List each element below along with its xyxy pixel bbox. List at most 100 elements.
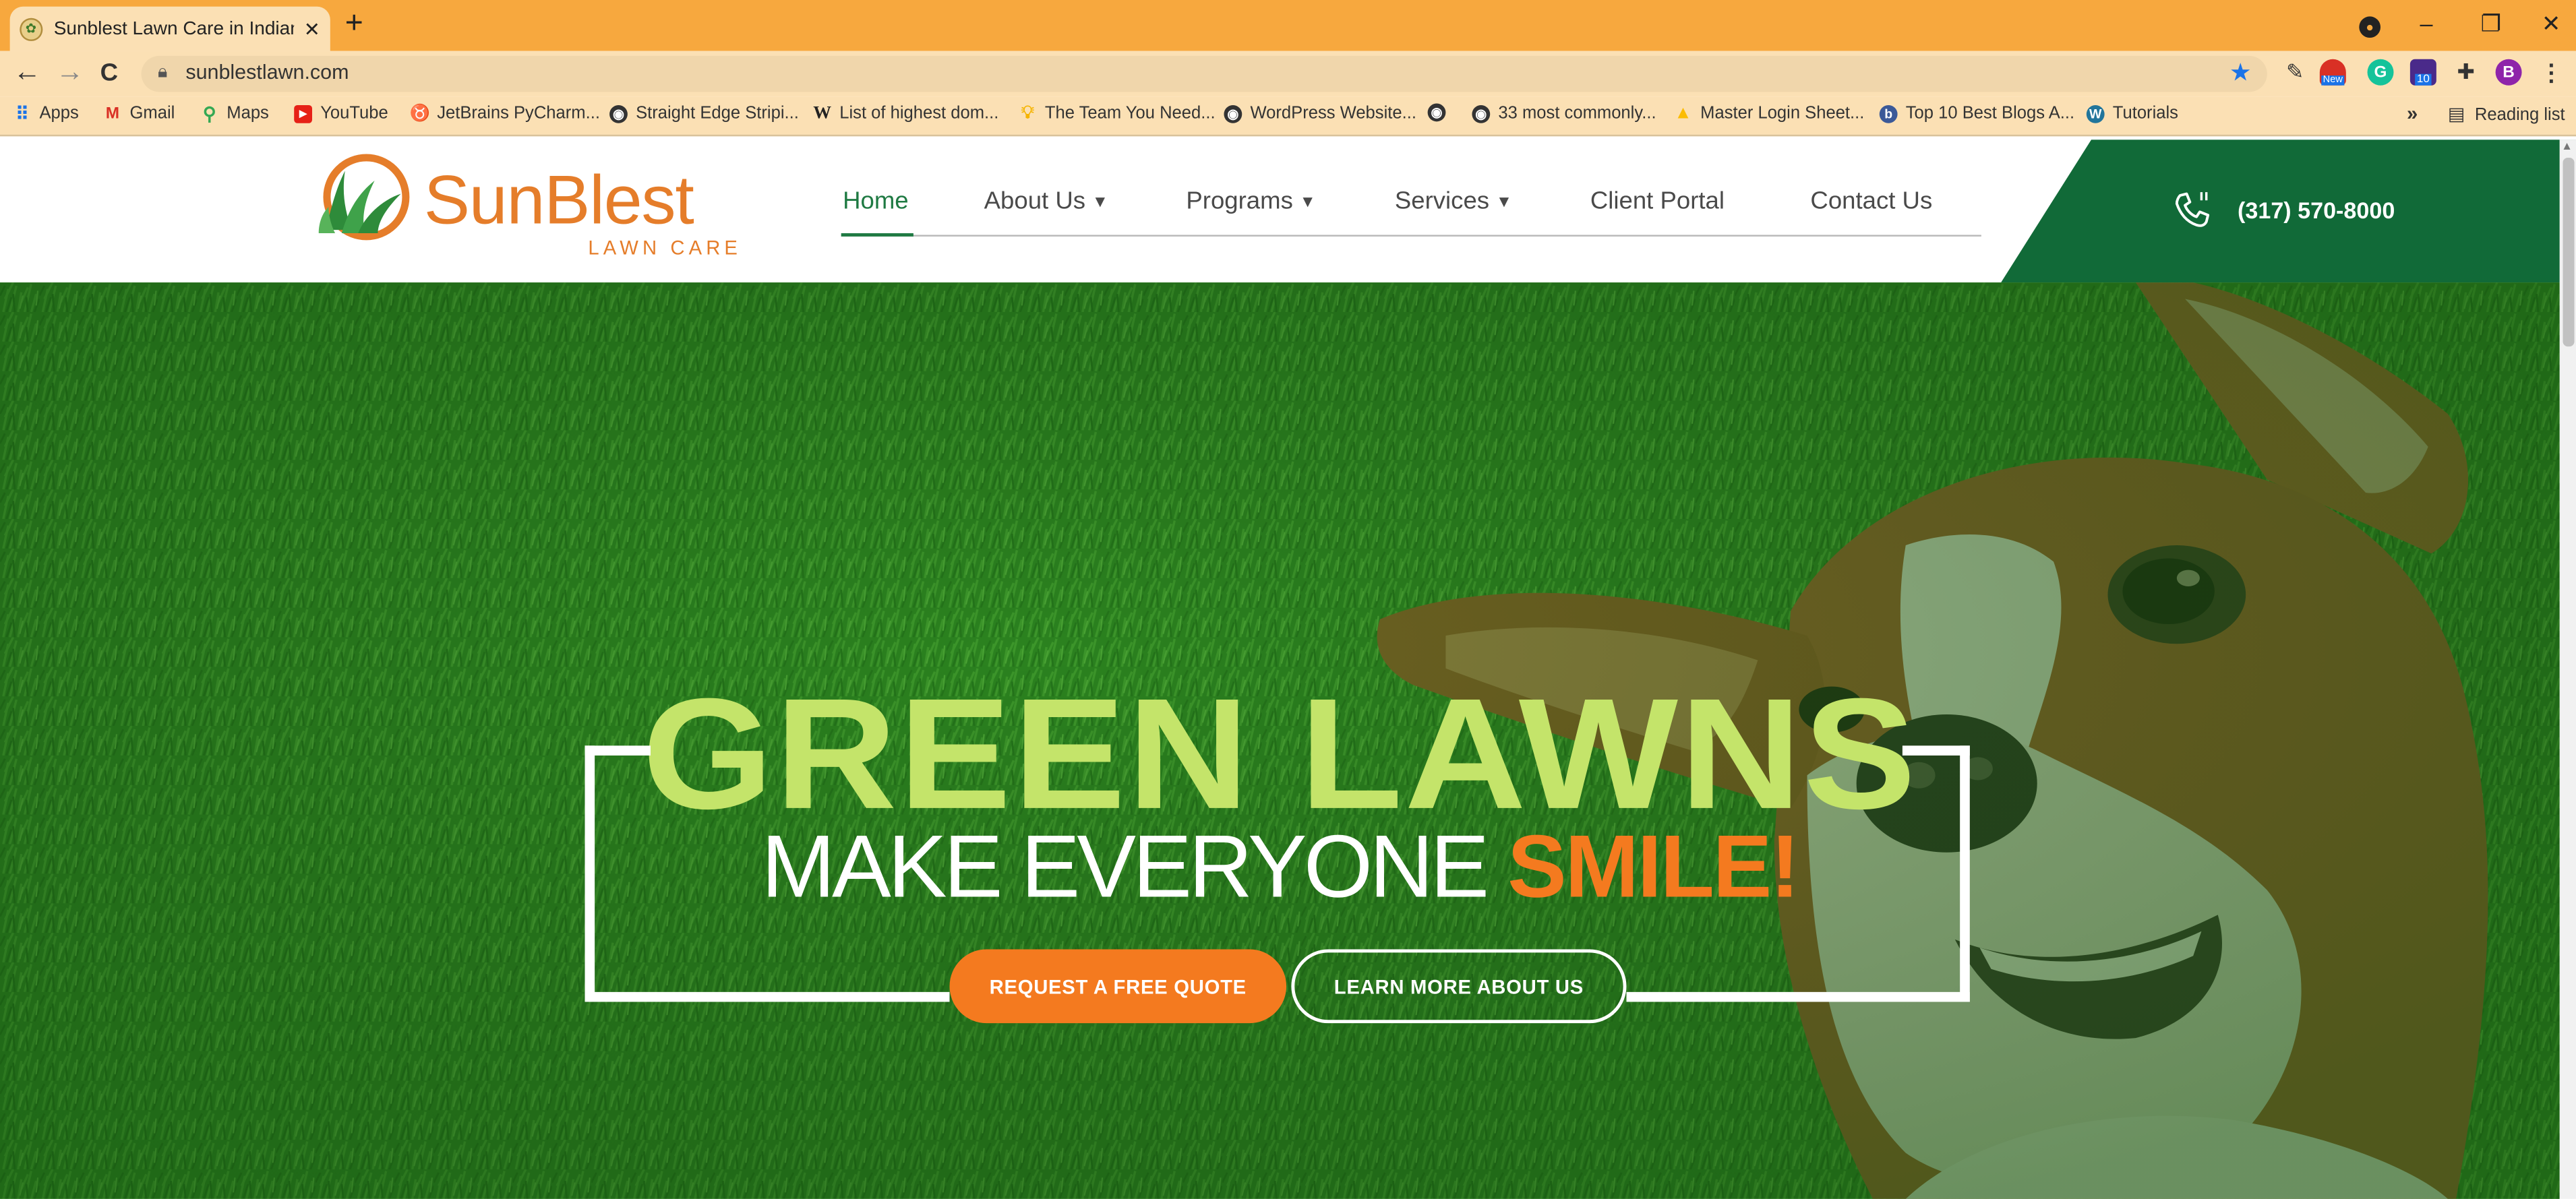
frame-right [1960,745,1970,1002]
more-bookmarks-button[interactable]: » [2407,102,2418,125]
new-badge-label: New [2321,74,2345,85]
caret-down-icon: ▼ [1091,193,1108,212]
globe-icon: ◉ [609,104,628,123]
pencil-icon[interactable]: ✎ [2282,59,2308,86]
caret-down-icon: ▼ [1299,193,1316,212]
scroll-up-icon[interactable]: ▲ [2561,142,2573,153]
bookmark-top-10-blogs[interactable]: b Top 10 Best Blogs A... [1879,103,2075,123]
nav-contact-us[interactable]: Contact Us [1810,185,1932,218]
forward-button[interactable]: → [56,57,84,87]
youtube-icon: ▶ [294,104,313,123]
close-window-button[interactable]: ✕ [2542,10,2561,36]
close-tab-icon[interactable]: ✕ [304,18,321,40]
nav-client-portal-label: Client Portal [1590,187,1725,216]
extension-badge-count: 10 [2415,73,2432,85]
bookmark-label: Gmail [129,103,175,123]
bookmark-label: Apps [39,103,79,123]
bookmark-label: Master Login Sheet... [1700,103,1865,123]
bookmark-team[interactable]: 💡︎ The Team You Need... [1019,102,1216,123]
apps-grid-icon: ⠿ [16,104,29,124]
tab-strip [0,0,2576,51]
frame-top-left [585,745,651,756]
active-nav-underline [841,233,913,237]
gmail-icon: M [105,104,120,123]
bookmark-jetbrains[interactable]: ♉ JetBrains PyCharm... [409,103,600,123]
nav-services[interactable]: Services ▼ [1395,185,1512,222]
learn-more-button[interactable]: LEARN MORE ABOUT US [1291,949,1627,1024]
nav-programs-label: Programs [1186,187,1293,216]
wordpress-icon: W [2086,104,2105,123]
reading-list-button[interactable]: ▤ Reading list [2448,104,2565,125]
browser-tab[interactable]: ✿ Sunblest Lawn Care in Indianapo ✕ [9,6,330,51]
hero-subtitle-accent: SMILE! [1507,818,1800,917]
bookmark-label: Maps [227,103,269,123]
hero-subtitle: MAKE EVERYONE SMILE! [0,821,2560,913]
sunblest-favicon-icon: ✿ [20,17,42,40]
frame-left [585,745,595,1002]
browser-window: ✿ Sunblest Lawn Care in Indianapo ✕ + ● … [0,0,2576,1199]
hero-section: GREEN LAWNS MAKE EVERYONE SMILE! REQUEST… [0,282,2560,1199]
caret-down-icon: ▼ [1495,193,1512,212]
address-bar[interactable] [141,55,2267,92]
bookmark-tutorials[interactable]: W Tutorials [2086,103,2178,123]
lock-icon[interactable]: 🔒︎ [158,63,167,84]
globe-icon: ◉ [1427,103,1446,122]
bookmark-straight-edge[interactable]: ◉ Straight Edge Stripi... [609,104,799,123]
bookmark-unnamed[interactable]: ◉ [1427,103,1454,122]
nav-contact-label: Contact Us [1810,187,1933,216]
nav-programs[interactable]: Programs ▼ [1186,185,1315,222]
hero-title: GREEN LAWNS [642,667,1918,843]
bookmark-label: Top 10 Best Blogs A... [1905,103,2075,123]
bookmark-maps[interactable]: ⚲ Maps [200,103,269,124]
grammarly-icon[interactable]: G [2367,59,2394,86]
wikipedia-icon: W [813,103,832,123]
bookmark-youtube[interactable]: ▶ YouTube [294,104,388,123]
bookmark-master-login[interactable]: ▲ Master Login Sheet... [1674,104,1864,123]
nav-client-portal[interactable]: Client Portal [1590,185,1725,218]
profile-menu-icon[interactable]: ● [2359,16,2381,38]
logo-wordmark: SunBlest [423,160,694,239]
phone-icon[interactable] [2172,189,2215,231]
nav-divider [841,235,1981,237]
blog-icon: b [1879,104,1898,123]
bookmark-33-most[interactable]: ◉ 33 most commonly... [1472,104,1656,123]
bookmark-gmail[interactable]: M Gmail [104,104,175,123]
maps-icon: ⚲ [202,104,216,124]
bookmark-label: List of highest dom... [839,103,999,123]
bookmark-wikipedia[interactable]: W List of highest dom... [813,104,998,123]
bookmark-label: Straight Edge Stripi... [636,103,799,123]
phone-number[interactable]: (317) 570-8000 [2238,197,2395,223]
request-quote-button[interactable]: REQUEST A FREE QUOTE [949,949,1287,1024]
nav-about-us[interactable]: About Us ▼ [984,185,1108,222]
globe-icon: ◉ [1224,104,1242,123]
minimize-button[interactable]: – [2420,10,2432,36]
back-button[interactable]: ← [13,57,40,87]
nav-about-label: About Us [984,187,1086,216]
new-tab-button[interactable]: + [345,7,363,41]
bookmark-label: Tutorials [2112,103,2178,123]
restore-button[interactable]: ❐ [2481,10,2502,36]
extension-badge-icon[interactable]: 10 [2409,59,2436,86]
reading-list-label: Reading list [2474,104,2565,124]
nav-home-label: Home [843,187,909,216]
nav-home[interactable]: Home [843,185,909,218]
frame-bottom-right [1626,991,1970,1002]
logo-tagline: LAWN CARE [588,236,742,260]
puzzle-icon[interactable]: ✚ [2453,59,2479,86]
browser-menu-icon[interactable]: ⋮ [2538,59,2565,86]
globe-icon: ◉ [1472,104,1491,123]
tab-title: Sunblest Lawn Care in Indianapo [53,19,294,39]
profile-avatar[interactable]: B [2495,59,2522,86]
bookmark-apps[interactable]: ⠿ Apps [13,103,79,124]
nav-services-label: Services [1394,187,1490,216]
bookmark-wordpress-website[interactable]: ◉ WordPress Website... [1224,104,1416,123]
bookmark-star-icon[interactable]: ★ [2229,57,2252,87]
jetbrains-icon: ♉ [409,104,430,123]
new-badge-icon[interactable]: New [2319,59,2346,86]
scrollbar-thumb[interactable] [2563,157,2575,347]
bookmark-label: JetBrains PyCharm... [437,103,600,123]
url-text[interactable]: sunblestlawn.com [185,61,349,84]
hero-subtitle-main: MAKE EVERYONE [761,818,1508,917]
frame-bottom-left [585,991,950,1002]
reload-button[interactable]: C [100,59,118,89]
